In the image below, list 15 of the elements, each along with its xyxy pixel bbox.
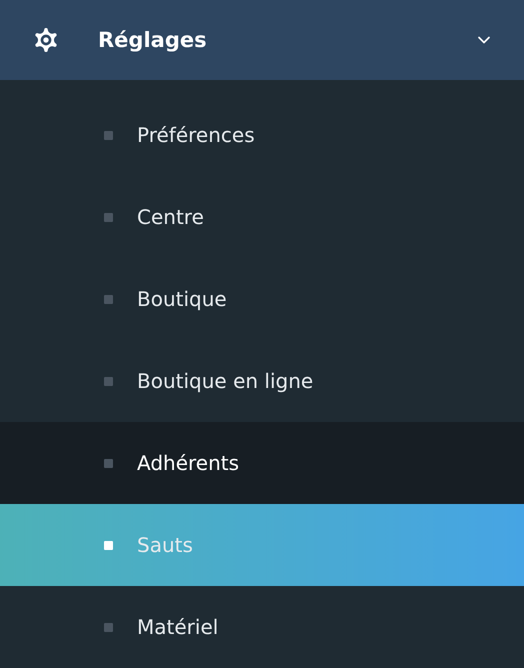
bullet-icon xyxy=(104,458,113,468)
settings-menu-header[interactable]: Réglages xyxy=(0,0,524,80)
menu-item[interactable]: Matériel xyxy=(0,586,524,668)
bullet-icon xyxy=(104,294,113,304)
bullet-icon xyxy=(104,622,113,632)
menu-item[interactable]: Centre xyxy=(0,176,524,258)
menu-item[interactable]: Adhérents xyxy=(0,422,524,504)
bullet-icon xyxy=(104,376,113,386)
menu-item[interactable]: Préférences xyxy=(0,94,524,176)
menu-item[interactable]: Boutique en ligne xyxy=(0,340,524,422)
bullet-icon xyxy=(104,540,113,550)
menu-title: Réglages xyxy=(98,28,208,52)
menu-item[interactable]: Boutique xyxy=(0,258,524,340)
bullet-icon xyxy=(104,130,113,140)
bullet-icon xyxy=(104,212,113,222)
